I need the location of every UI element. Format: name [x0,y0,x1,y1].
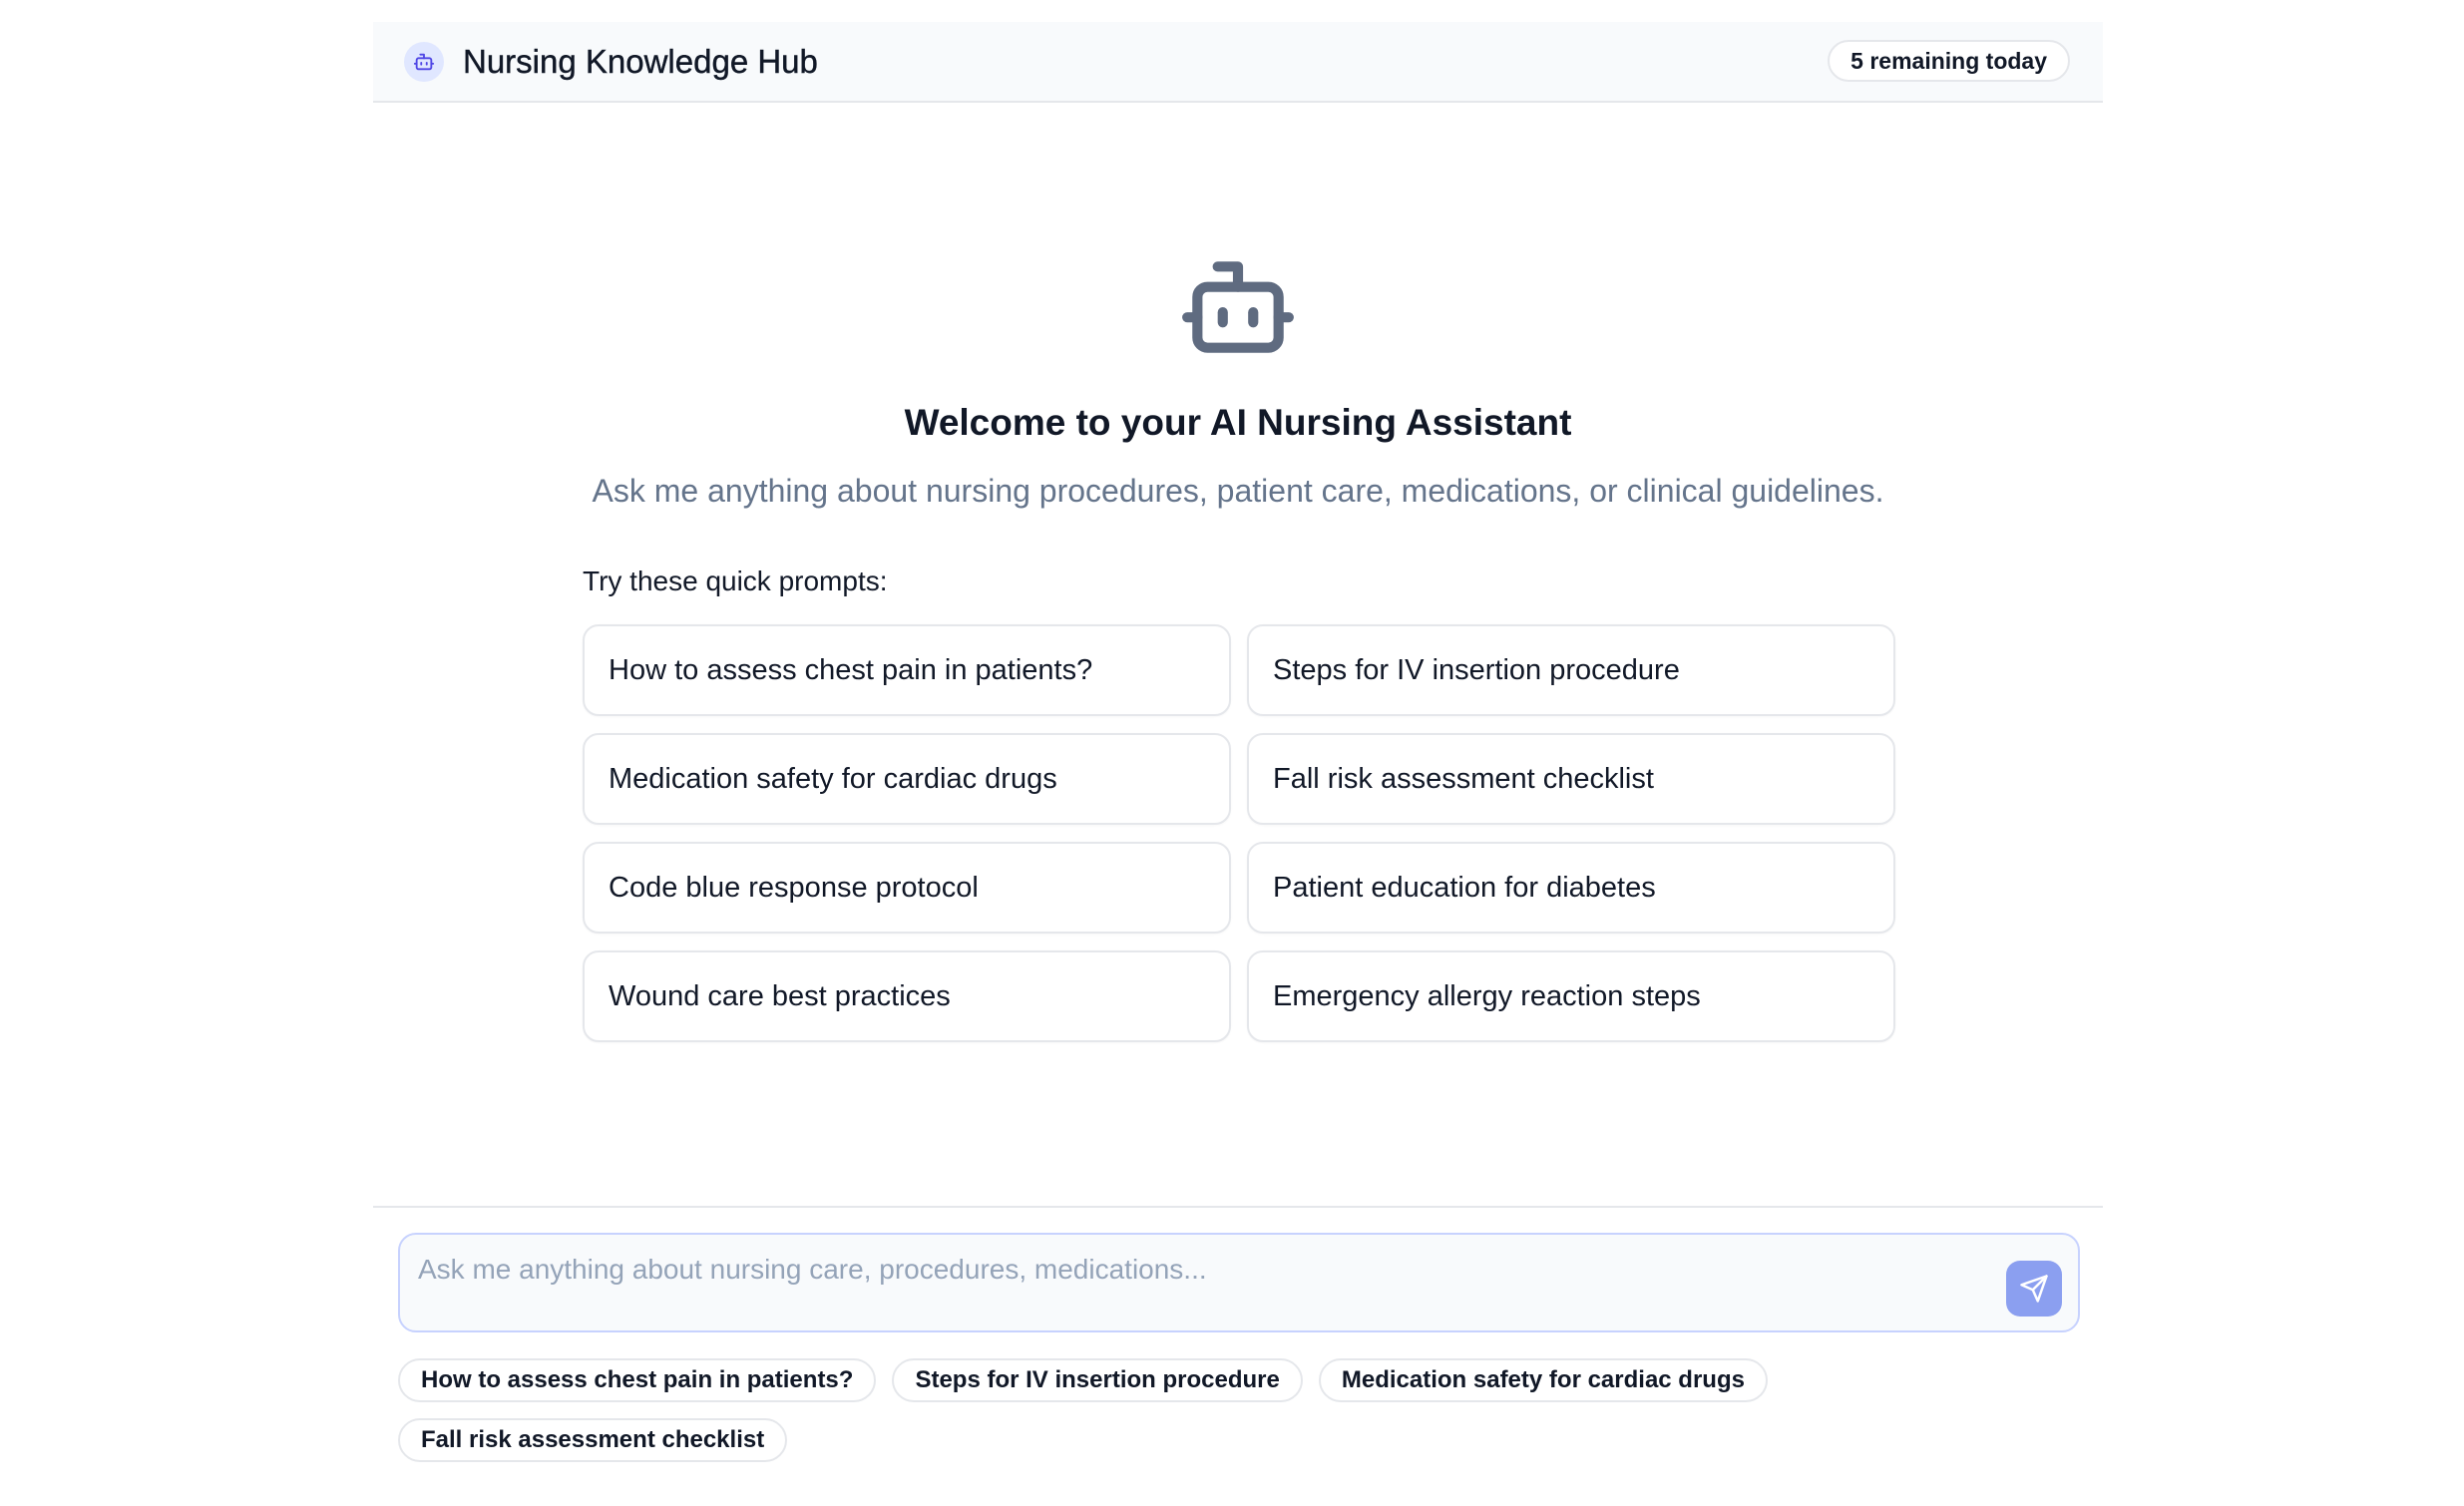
welcome-subtitle: Ask me anything about nursing procedures… [592,473,1884,509]
app-header: Nursing Knowledge Hub 5 remaining today [373,22,2103,103]
send-button[interactable] [2006,1261,2062,1317]
remaining-quota-badge: 5 remaining today [1828,40,2070,82]
suggestion-chip[interactable]: Fall risk assessment checklist [398,1418,788,1462]
app-window: Nursing Knowledge Hub 5 remaining today … [373,22,2103,1498]
quick-prompts-grid: How to assess chest pain in patients? St… [583,624,1895,1042]
app-title: Nursing Knowledge Hub [463,43,818,80]
quick-prompt-card[interactable]: Emergency allergy reaction steps [1247,950,1895,1042]
welcome-title: Welcome to your AI Nursing Assistant [904,402,1572,443]
quick-prompt-card[interactable]: Medication safety for cardiac drugs [583,733,1231,825]
suggestion-chip[interactable]: How to assess chest pain in patients? [398,1358,877,1402]
message-input[interactable] [416,1249,1976,1291]
quick-prompt-card[interactable]: Patient education for diabetes [1247,842,1895,934]
suggestion-chips: How to assess chest pain in patients? St… [398,1358,2080,1462]
message-composer [398,1233,2080,1332]
suggestion-chip[interactable]: Steps for IV insertion procedure [892,1358,1303,1402]
quick-prompt-card[interactable]: Code blue response protocol [583,842,1231,934]
header-logo [404,42,444,82]
quick-prompt-card[interactable]: Wound care best practices [583,950,1231,1042]
quick-prompt-card[interactable]: How to assess chest pain in patients? [583,624,1231,716]
quick-prompt-card[interactable]: Fall risk assessment checklist [1247,733,1895,825]
suggestion-chip[interactable]: Medication safety for cardiac drugs [1318,1358,1768,1402]
paper-plane-icon [2020,1275,2048,1303]
robot-icon [1182,261,1294,353]
robot-icon [413,53,435,71]
footer-divider [373,1206,2103,1208]
quick-prompts-label: Try these quick prompts: [583,565,888,596]
quick-prompt-card[interactable]: Steps for IV insertion procedure [1247,624,1895,716]
